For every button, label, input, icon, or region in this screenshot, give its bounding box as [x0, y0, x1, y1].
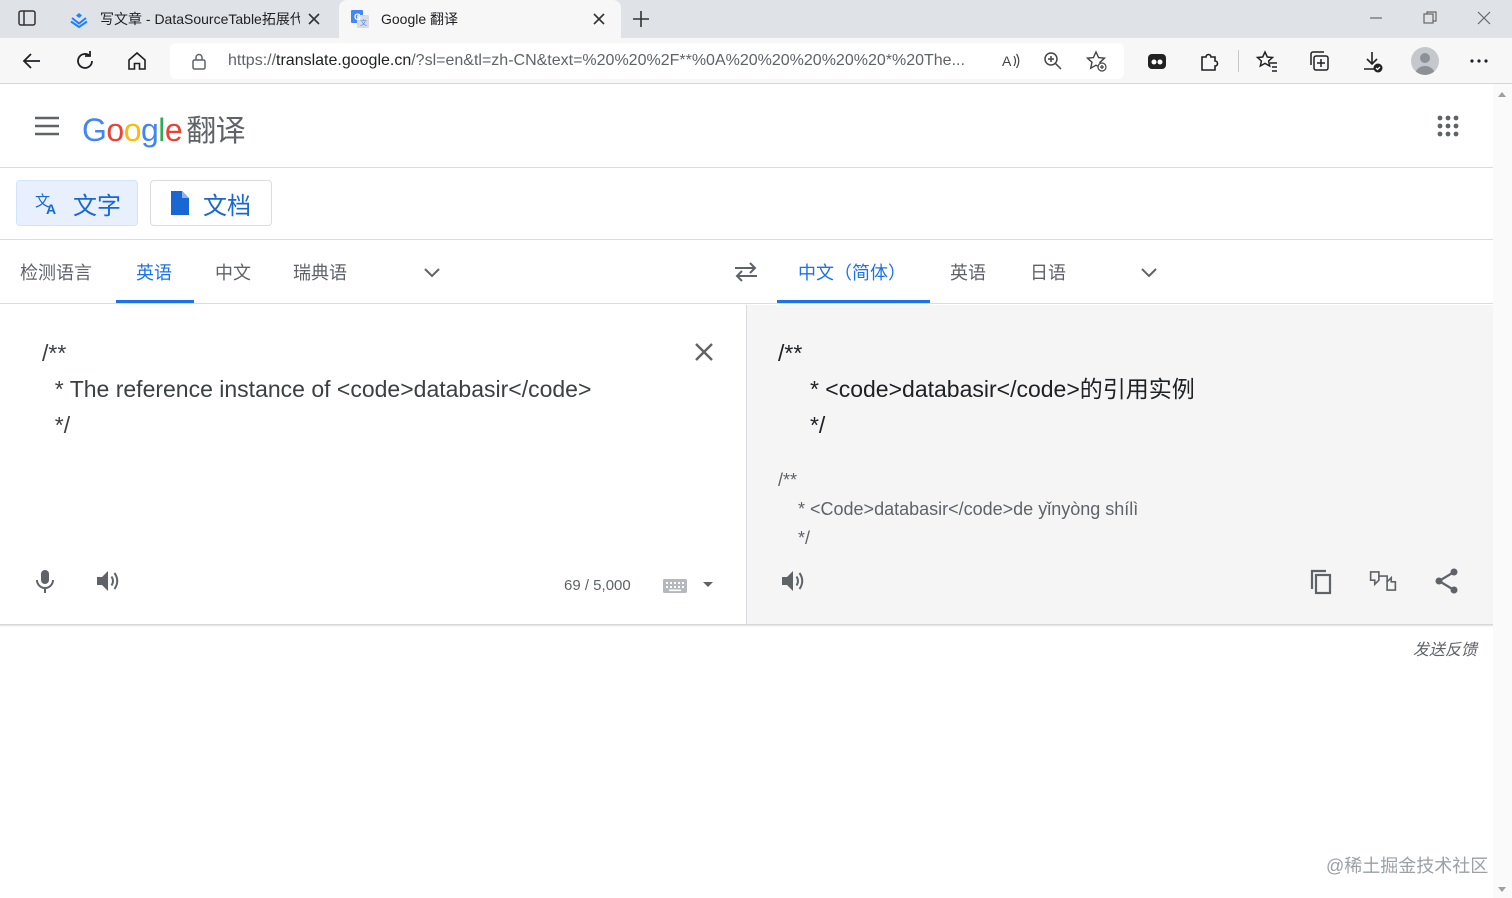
main-menu-icon[interactable]: [34, 116, 60, 136]
home-icon[interactable]: [125, 49, 149, 73]
swap-languages-icon[interactable]: [733, 261, 759, 283]
tab-title: 写文章 - DataSourceTable拓展代: [100, 11, 300, 27]
source-lang-swedish[interactable]: 瑞典语: [293, 259, 347, 285]
read-aloud-icon[interactable]: A: [1000, 50, 1022, 72]
scroll-down-arrow-icon[interactable]: [1498, 887, 1506, 892]
text-mode-button[interactable]: 文 A 文字: [16, 180, 138, 226]
tab-title: Google 翻译: [381, 11, 459, 27]
transliteration-text: /** * <Code>databasir</code>de yǐnyòng s…: [778, 470, 1139, 548]
panels-divider: [0, 624, 1493, 627]
source-lang-chinese[interactable]: 中文: [215, 259, 251, 285]
close-tab-icon[interactable]: [591, 11, 607, 27]
browser-toolbar: https://translate.google.cn/?sl=en&tl=zh…: [0, 38, 1512, 84]
google-translate-favicon-icon: G 文: [351, 10, 369, 28]
target-panel: /** * <code>databasir</code>的引用实例 */ /**…: [746, 305, 1493, 625]
target-more-languages-chevron-down-icon[interactable]: [1139, 263, 1159, 283]
document-icon: [171, 191, 189, 215]
zoom-icon[interactable]: [1042, 50, 1064, 72]
microphone-icon[interactable]: [31, 567, 59, 595]
listen-translation-speaker-icon[interactable]: [779, 567, 807, 595]
target-lang-english[interactable]: 英语: [950, 259, 986, 285]
listen-source-speaker-icon[interactable]: [94, 567, 122, 595]
mode-bar: 文 A 文字 文档: [0, 169, 1493, 240]
more-options-icon[interactable]: [1467, 49, 1491, 73]
input-tools-dropdown-icon[interactable]: [703, 582, 713, 587]
new-tab-icon[interactable]: [630, 8, 652, 30]
browser-tab-bar: 写文章 - DataSourceTable拓展代 G 文 Google 翻译: [0, 0, 1512, 38]
url-text[interactable]: https://translate.google.cn/?sl=en&tl=zh…: [228, 52, 988, 70]
target-lang-japanese[interactable]: 日语: [1030, 259, 1066, 285]
document-mode-label: 文档: [203, 192, 251, 220]
send-feedback-link[interactable]: 发送反馈: [1413, 636, 1477, 660]
svg-text:A: A: [1002, 53, 1012, 69]
google-header: Google 翻译: [0, 84, 1493, 168]
scroll-up-arrow-icon[interactable]: [1498, 92, 1506, 97]
character-count: 69 / 5,000: [564, 577, 631, 594]
translation-output: /** * <code>databasir</code>的引用实例 */: [778, 340, 1195, 438]
browser-tab-juejin[interactable]: 写文章 - DataSourceTable拓展代: [58, 0, 336, 38]
add-favorite-icon[interactable]: [1085, 50, 1107, 72]
document-mode-button[interactable]: 文档: [150, 180, 272, 226]
browser-tab-google-translate[interactable]: G 文 Google 翻译: [339, 0, 621, 38]
target-lang-chinese-simplified[interactable]: 中文（简体）: [798, 259, 906, 285]
page-scrollbar[interactable]: [1493, 84, 1512, 898]
source-panel: /** * The reference instance of <code>da…: [0, 305, 746, 625]
extension-vpn-icon[interactable]: [1145, 49, 1169, 73]
keyboard-icon[interactable]: [663, 578, 687, 594]
back-arrow-icon[interactable]: [20, 49, 44, 73]
source-text-input[interactable]: /** * The reference instance of <code>da…: [42, 335, 591, 443]
svg-text:A: A: [46, 201, 56, 216]
profile-icon: [1415, 53, 1435, 75]
profile-avatar[interactable]: [1411, 47, 1439, 75]
watermark: @稀土掘金技术社区: [1326, 856, 1489, 876]
translate-icon: 文 A: [35, 192, 56, 216]
favorites-icon[interactable]: [1255, 49, 1279, 73]
share-icon[interactable]: [1433, 567, 1461, 595]
toolbar-separator: [1238, 50, 1239, 72]
language-bar: 检测语言 英语 中文 瑞典语 中文（简体） 英语 日语: [0, 241, 1493, 304]
restore-icon[interactable]: [1422, 10, 1438, 26]
collections-icon[interactable]: [1307, 49, 1331, 73]
text-mode-label: 文字: [73, 192, 121, 220]
minimize-icon[interactable]: [1368, 10, 1384, 26]
page-content: Google 翻译 文 A 文字 文档 检测语言 英语 中文 瑞典语 中文（简体…: [0, 84, 1493, 898]
close-window-icon[interactable]: [1476, 10, 1492, 26]
google-translate-logo[interactable]: Google 翻译: [82, 106, 246, 150]
close-tab-icon[interactable]: [306, 11, 322, 27]
extensions-puzzle-icon[interactable]: [1197, 49, 1221, 73]
tab-actions-icon[interactable]: [18, 10, 36, 26]
source-more-languages-chevron-down-icon[interactable]: [422, 263, 442, 283]
google-apps-icon[interactable]: [1436, 114, 1460, 138]
address-bar[interactable]: https://translate.google.cn/?sl=en&tl=zh…: [170, 43, 1124, 79]
product-name: 翻译: [186, 115, 246, 148]
copy-translation-icon[interactable]: [1307, 567, 1335, 595]
clear-source-close-icon[interactable]: [692, 340, 716, 364]
rate-translation-icon[interactable]: [1369, 567, 1397, 595]
lock-icon[interactable]: [190, 52, 208, 70]
juejin-favicon-icon: [70, 13, 88, 28]
refresh-icon[interactable]: [73, 49, 97, 73]
source-lang-detect[interactable]: 检测语言: [20, 259, 92, 285]
downloads-icon[interactable]: [1360, 49, 1384, 73]
target-lang-active-indicator: [777, 300, 930, 303]
svg-text:文: 文: [360, 18, 367, 27]
source-lang-active-indicator: [116, 300, 194, 303]
source-lang-english[interactable]: 英语: [136, 259, 172, 285]
